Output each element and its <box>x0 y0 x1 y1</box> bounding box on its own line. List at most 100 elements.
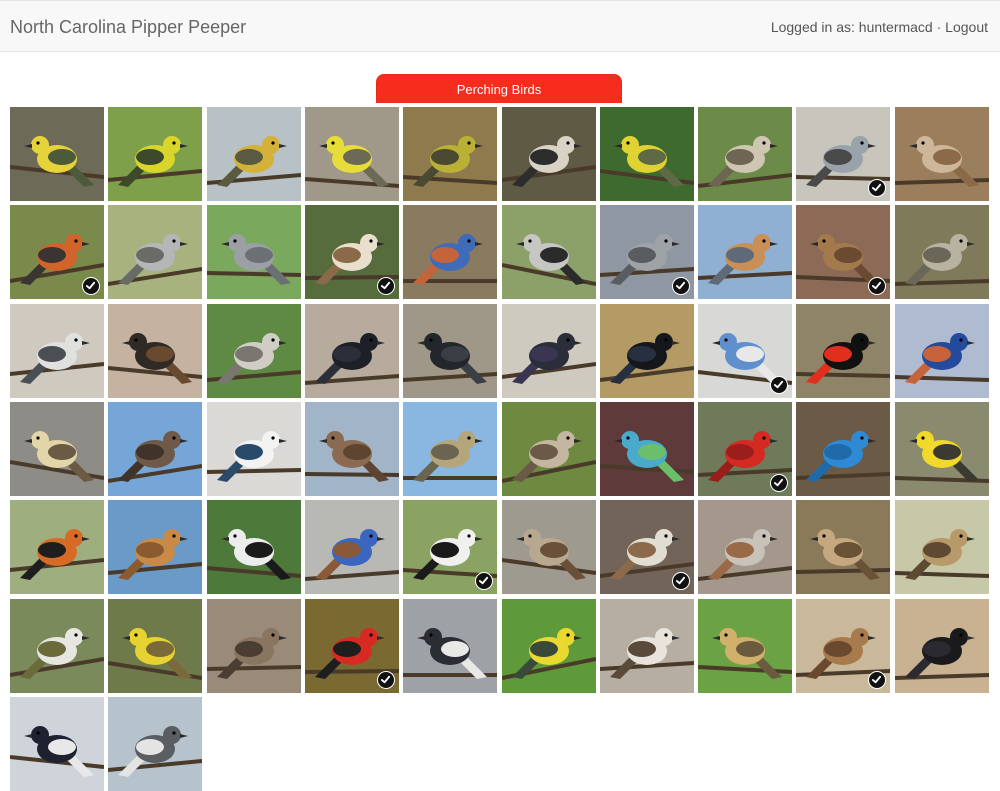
bird-photo <box>207 136 301 187</box>
bird-photo <box>108 628 202 680</box>
bird-photo <box>10 726 104 777</box>
bird-thumbnail[interactable] <box>10 599 104 693</box>
bird-thumbnail[interactable] <box>10 107 104 201</box>
bird-thumbnail[interactable] <box>10 697 104 791</box>
bird-thumbnail[interactable] <box>600 500 694 594</box>
bird-thumbnail[interactable] <box>108 697 202 791</box>
bird-thumbnail[interactable] <box>403 599 497 693</box>
bird-photo <box>305 431 399 482</box>
bird-photo <box>10 333 104 384</box>
bird-thumbnail[interactable] <box>502 107 596 201</box>
bird-thumbnail[interactable] <box>10 304 104 398</box>
seen-check-icon <box>770 376 788 394</box>
bird-thumbnail[interactable] <box>895 599 989 693</box>
bird-thumbnail[interactable] <box>403 107 497 201</box>
bird-thumbnail[interactable] <box>305 107 399 201</box>
bird-thumbnail[interactable] <box>895 304 989 398</box>
bird-thumbnail[interactable] <box>207 205 301 299</box>
username: huntermacd <box>858 19 933 35</box>
bird-photo <box>895 431 989 483</box>
bird-thumbnail[interactable] <box>10 500 104 594</box>
bird-thumbnail[interactable] <box>796 599 890 693</box>
user-status: Logged in as: huntermacd · Logout <box>771 19 988 35</box>
bird-thumbnail[interactable] <box>207 500 301 594</box>
bird-photo <box>502 628 596 680</box>
bird-thumbnail[interactable] <box>600 304 694 398</box>
bird-thumbnail[interactable] <box>796 304 890 398</box>
bird-thumbnail[interactable] <box>502 304 596 398</box>
bird-thumbnail[interactable] <box>108 205 202 299</box>
bird-thumbnail[interactable] <box>502 402 596 496</box>
bird-photo <box>10 431 104 482</box>
bird-photo <box>796 529 890 580</box>
bird-photo <box>207 431 301 482</box>
bird-photo <box>895 628 989 680</box>
bird-photo <box>305 333 399 385</box>
bird-photo <box>403 628 497 679</box>
bird-thumbnail[interactable] <box>403 205 497 299</box>
bird-thumbnail[interactable] <box>600 107 694 201</box>
bird-thumbnail[interactable] <box>305 500 399 594</box>
bird-thumbnail[interactable] <box>895 500 989 594</box>
bird-photo <box>502 431 596 483</box>
bird-thumbnail[interactable] <box>698 205 792 299</box>
bird-thumbnail[interactable] <box>403 402 497 496</box>
bird-photo <box>796 333 890 384</box>
bird-thumbnail[interactable] <box>895 205 989 299</box>
bird-photo <box>403 234 497 285</box>
logout-link[interactable]: Logout <box>945 19 988 35</box>
bird-thumbnail[interactable] <box>502 599 596 693</box>
bird-photo <box>698 136 792 188</box>
bird-thumbnail[interactable] <box>108 304 202 398</box>
bird-photo <box>403 136 497 187</box>
bird-thumbnail[interactable] <box>305 599 399 693</box>
bird-thumbnail[interactable] <box>108 599 202 693</box>
bird-photo <box>10 136 104 187</box>
bird-thumbnail[interactable] <box>600 402 694 496</box>
bird-thumbnail[interactable] <box>108 107 202 201</box>
bird-photo <box>10 529 104 580</box>
bird-photo <box>895 529 989 580</box>
bird-thumbnail[interactable] <box>698 500 792 594</box>
bird-thumbnail[interactable] <box>502 205 596 299</box>
bird-photo <box>698 628 792 679</box>
bird-thumbnail[interactable] <box>403 304 497 398</box>
bird-thumbnail[interactable] <box>207 402 301 496</box>
bird-photo <box>600 136 694 187</box>
bird-thumbnail[interactable] <box>207 304 301 398</box>
seen-check-icon <box>475 572 493 590</box>
bird-photo <box>600 333 694 384</box>
bird-thumbnail[interactable] <box>698 304 792 398</box>
bird-thumbnail[interactable] <box>895 107 989 201</box>
bird-photo <box>600 628 694 679</box>
bird-photo <box>895 333 989 384</box>
bird-thumbnail[interactable] <box>108 402 202 496</box>
bird-thumbnail[interactable] <box>10 402 104 496</box>
bird-thumbnail[interactable] <box>305 205 399 299</box>
bird-thumbnail[interactable] <box>796 402 890 496</box>
bird-thumbnail[interactable] <box>796 205 890 299</box>
bird-thumbnail[interactable] <box>895 402 989 496</box>
bird-thumbnail[interactable] <box>698 107 792 201</box>
bird-thumbnail[interactable] <box>305 304 399 398</box>
category-tab-perching-birds[interactable]: Perching Birds <box>376 74 622 103</box>
bird-thumbnail[interactable] <box>796 107 890 201</box>
bird-thumbnail[interactable] <box>108 500 202 594</box>
bird-thumbnail[interactable] <box>698 599 792 693</box>
bird-photo <box>108 234 202 286</box>
app-title[interactable]: North Carolina Pipper Peeper <box>10 17 246 38</box>
bird-thumbnail[interactable] <box>796 500 890 594</box>
bird-thumbnail[interactable] <box>600 205 694 299</box>
bird-thumbnail[interactable] <box>207 599 301 693</box>
bird-thumbnail[interactable] <box>305 402 399 496</box>
bird-thumbnail[interactable] <box>10 205 104 299</box>
seen-check-icon <box>672 572 690 590</box>
bird-thumbnail[interactable] <box>698 402 792 496</box>
bird-photo <box>403 431 497 482</box>
bird-photo <box>698 529 792 581</box>
bird-thumbnail[interactable] <box>207 107 301 201</box>
bird-thumbnail[interactable] <box>600 599 694 693</box>
bird-photo <box>502 136 596 187</box>
bird-thumbnail[interactable] <box>502 500 596 594</box>
bird-thumbnail[interactable] <box>403 500 497 594</box>
